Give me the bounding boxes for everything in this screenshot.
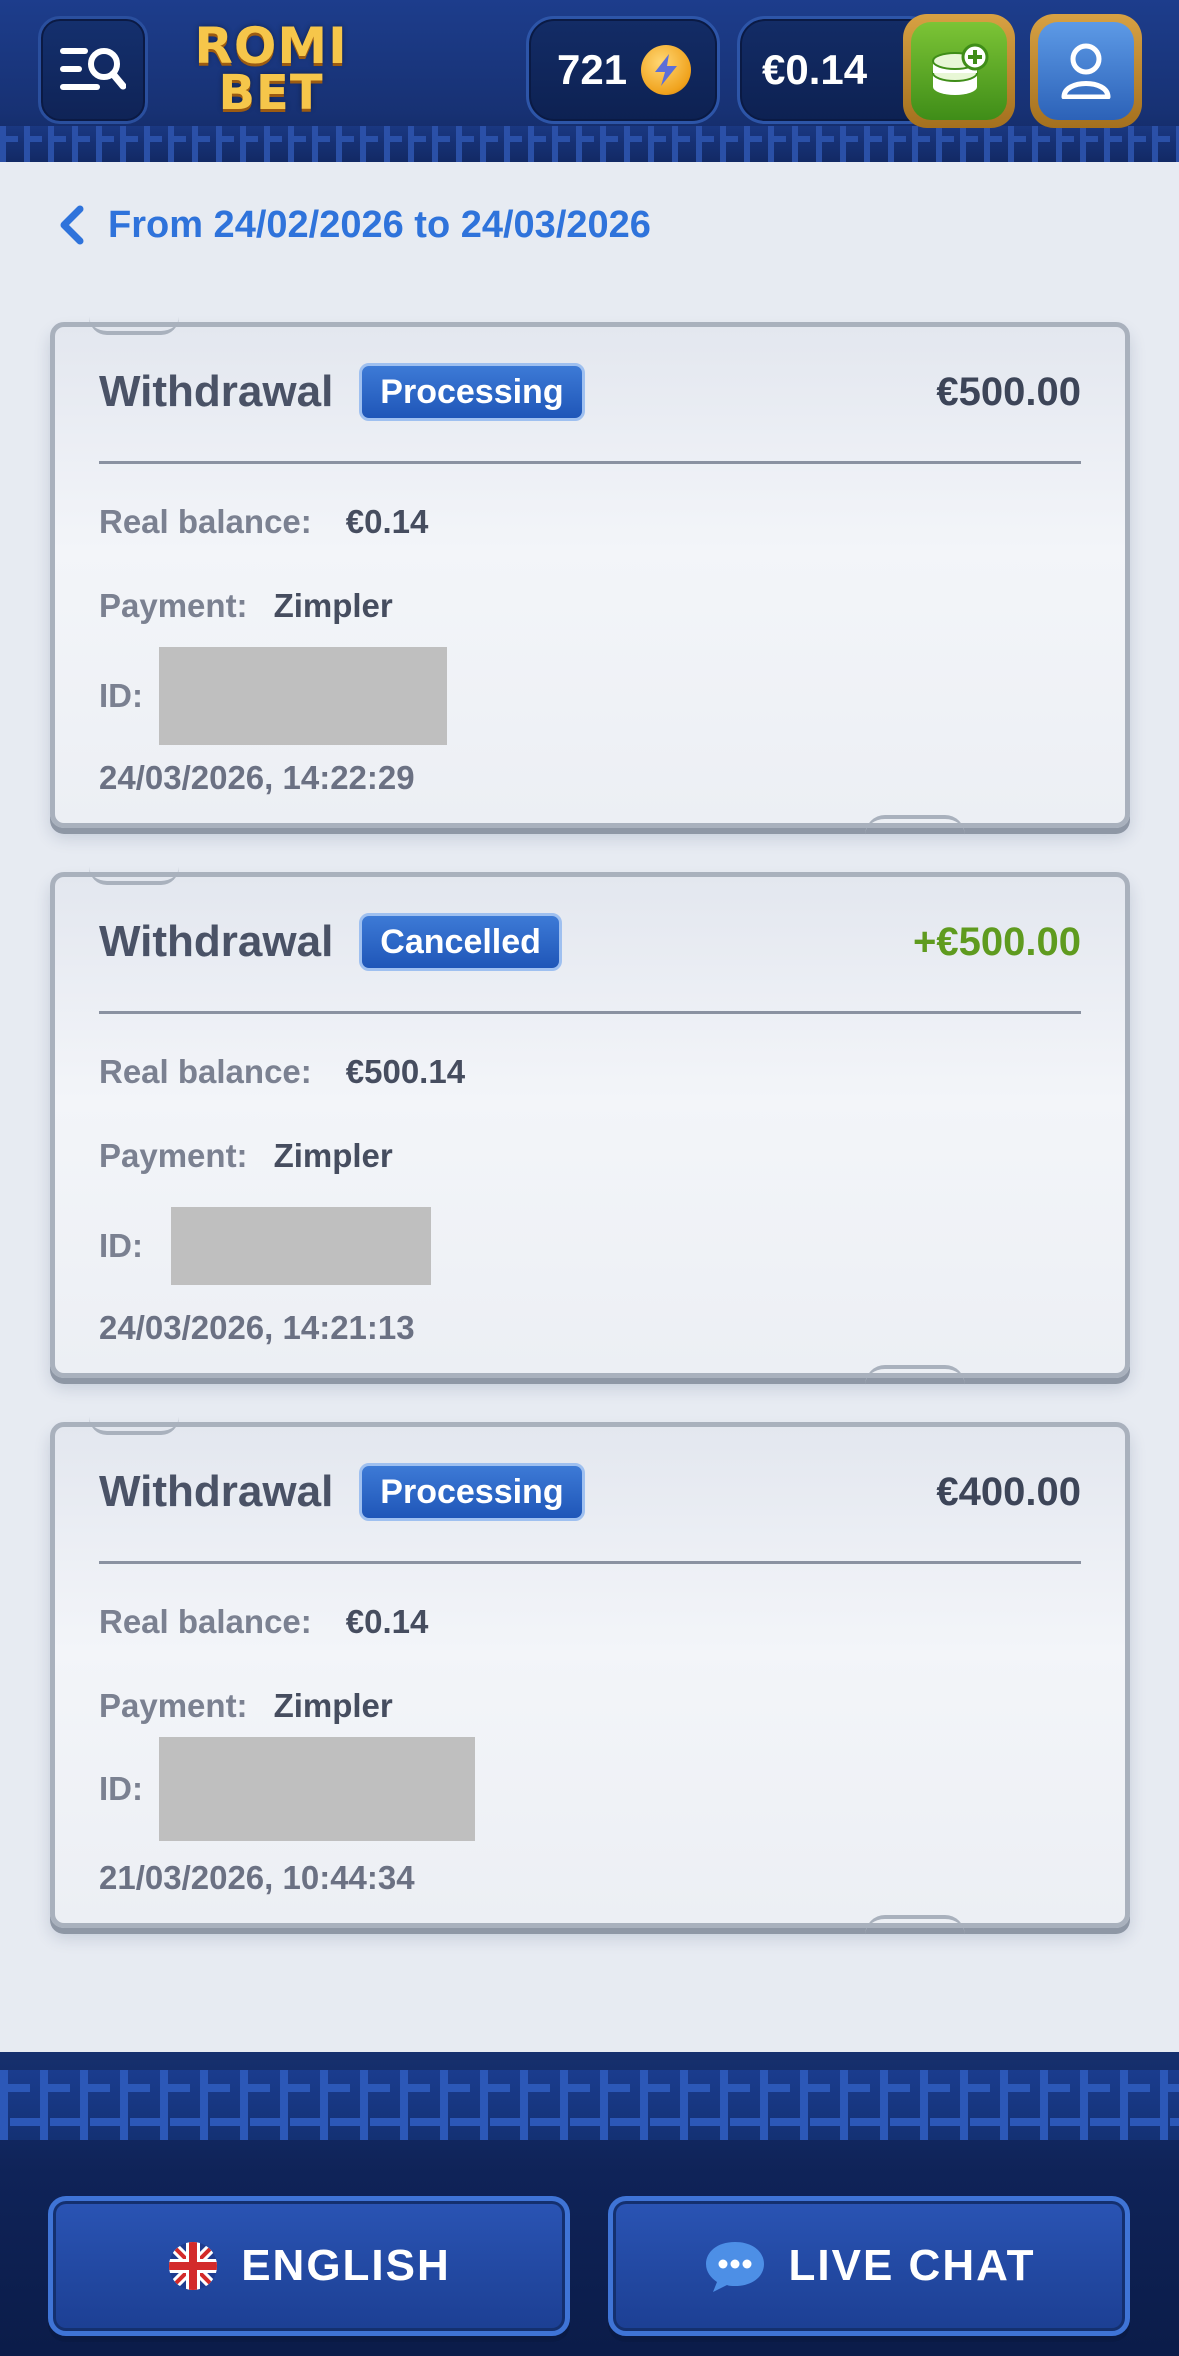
datetime-row: 24/03/2026, 14:21:13: [99, 1309, 415, 1347]
redacted-id: [159, 1737, 475, 1841]
deposit-coins-icon: [932, 43, 989, 95]
real-balance-row: Real balance: €0.14: [99, 503, 428, 541]
real-balance-row: Real balance: €500.14: [99, 1053, 465, 1091]
footer-meander-border: [0, 2070, 1179, 2140]
id-label: ID:: [99, 677, 143, 714]
payment-row: Payment: Zimpler: [99, 1137, 393, 1175]
payment-label: Payment:: [99, 587, 248, 624]
chat-bubble-icon: [705, 2242, 764, 2292]
payment-label: Payment:: [99, 1137, 248, 1174]
id-label: ID:: [99, 1227, 143, 1264]
divider: [99, 1011, 1081, 1014]
lightning-coin-icon: [641, 45, 692, 95]
menu-search-icon: [60, 48, 126, 90]
status-badge: Processing: [359, 1463, 585, 1521]
real-balance-label: Real balance:: [99, 503, 312, 540]
transaction-amount: €500.00: [936, 369, 1081, 414]
real-balance-value: €500.14: [345, 1053, 466, 1090]
id-label: ID:: [99, 1770, 143, 1807]
live-chat-label: LIVE CHAT: [788, 2241, 1036, 2290]
real-balance-label: Real balance:: [99, 1603, 312, 1640]
transaction-type: Withdrawal: [99, 1467, 334, 1516]
id-row: ID:: [99, 647, 447, 745]
date-range-back-link[interactable]: From 24/02/2026 to 24/03/2026: [58, 198, 651, 252]
payment-row: Payment: Zimpler: [99, 587, 393, 625]
deposit-button[interactable]: [903, 14, 1015, 128]
status-badge: Cancelled: [359, 913, 562, 971]
payment-value: Zimpler: [273, 1137, 393, 1174]
footer: ENGLISH LIVE CHAT: [0, 2052, 1179, 2356]
redacted-id: [171, 1207, 431, 1285]
divider: [99, 1561, 1081, 1564]
transaction-card: Withdrawal Processing €400.00 Real balan…: [50, 1422, 1130, 1928]
profile-button[interactable]: [1030, 14, 1142, 128]
id-row: ID:: [99, 1737, 475, 1841]
brand-logo[interactable]: ROMI BET: [194, 14, 346, 124]
transaction-card: Withdrawal Cancelled +€500.00 Real balan…: [50, 872, 1130, 1378]
chevron-left-icon: [60, 205, 84, 245]
top-bar: ROMI BET 721 €0.14: [0, 0, 1179, 162]
header-meander-border: [0, 126, 1179, 162]
transaction-type: Withdrawal: [99, 367, 334, 416]
real-balance-row: Real balance: €0.14: [99, 1603, 428, 1641]
transaction-datetime: 24/03/2026, 14:22:29: [99, 759, 415, 796]
coins-balance[interactable]: 721: [526, 16, 720, 124]
transaction-datetime: 21/03/2026, 10:44:34: [99, 1859, 415, 1896]
transaction-amount: €400.00: [936, 1469, 1081, 1514]
live-chat-button[interactable]: LIVE CHAT: [608, 2196, 1130, 2336]
payment-value: Zimpler: [273, 587, 393, 624]
id-row: ID:: [99, 1207, 431, 1285]
uk-flag-icon: [169, 2242, 218, 2290]
datetime-row: 24/03/2026, 14:22:29: [99, 759, 415, 797]
payment-label: Payment:: [99, 1687, 248, 1724]
coins-value: 721: [557, 46, 628, 93]
datetime-row: 21/03/2026, 10:44:34: [99, 1859, 415, 1897]
redacted-id: [159, 647, 447, 745]
payment-value: Zimpler: [273, 1687, 393, 1724]
balance-value: €0.14: [762, 46, 868, 93]
transaction-type: Withdrawal: [99, 917, 334, 966]
status-badge: Processing: [359, 363, 585, 421]
payment-row: Payment: Zimpler: [99, 1687, 393, 1725]
transaction-datetime: 24/03/2026, 14:21:13: [99, 1309, 415, 1346]
user-icon: [1061, 43, 1111, 99]
language-label: ENGLISH: [241, 2241, 451, 2290]
real-balance-label: Real balance:: [99, 1053, 312, 1090]
real-balance-value: €0.14: [345, 1603, 429, 1640]
date-range-label: From 24/02/2026 to 24/03/2026: [108, 203, 651, 246]
transaction-card: Withdrawal Processing €500.00 Real balan…: [50, 322, 1130, 828]
divider: [99, 461, 1081, 464]
language-button[interactable]: ENGLISH: [48, 2196, 570, 2336]
real-balance-value: €0.14: [345, 503, 429, 540]
transaction-amount: +€500.00: [913, 919, 1081, 964]
menu-button[interactable]: [38, 16, 148, 124]
